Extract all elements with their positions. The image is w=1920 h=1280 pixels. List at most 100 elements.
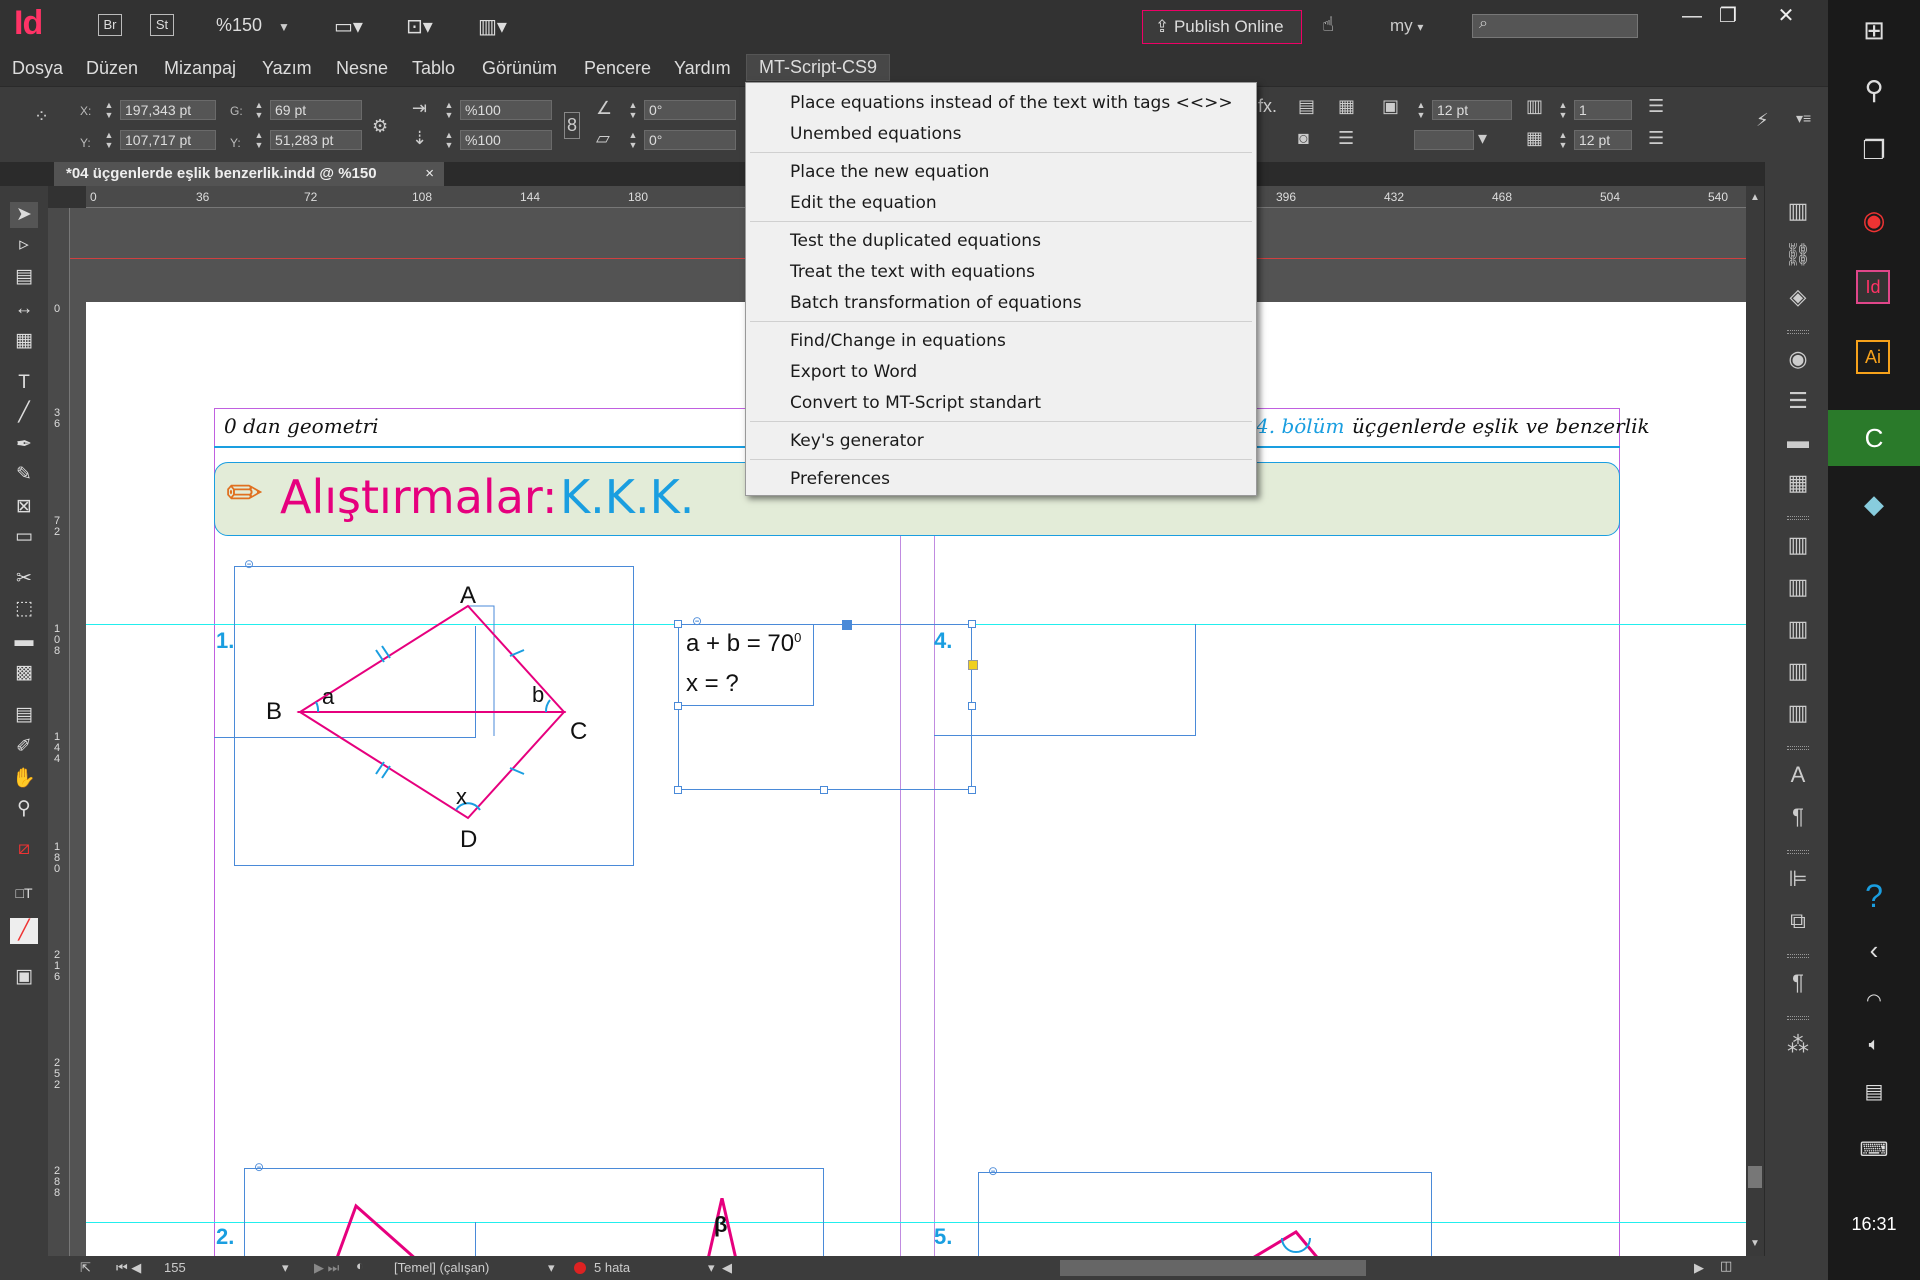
columns-stepper[interactable]: ▲ ▼ <box>1556 100 1570 120</box>
align-panel-icon[interactable]: ⊫ <box>1783 864 1813 894</box>
scroll-up-icon[interactable]: ▲ <box>1750 192 1760 203</box>
split-window-icon[interactable]: ◫ <box>1720 1258 1732 1274</box>
eyedropper-tool-icon[interactable]: ✐ <box>10 734 38 760</box>
zoom-level[interactable]: %150 <box>216 15 262 36</box>
scale-x-stepper[interactable]: ▲ ▼ <box>442 100 456 120</box>
rotate-stepper[interactable]: ▲ ▼ <box>626 100 640 120</box>
links-panel-icon[interactable]: ⛓ <box>1783 240 1813 270</box>
menu-item-keys-generator[interactable]: Key's generator <box>790 431 924 451</box>
note-tool-icon[interactable]: ▤ <box>10 702 38 728</box>
zoom-dropdown-icon[interactable]: ▼ <box>278 20 290 34</box>
illustrator-taskbar-icon[interactable]: Ai <box>1856 340 1890 374</box>
panel-grip[interactable] <box>1787 1016 1809 1020</box>
bridge-button[interactable]: Br <box>98 14 122 36</box>
menu-gorunum[interactable]: Görünüm <box>482 58 557 79</box>
x-stepper[interactable]: ▲ ▼ <box>102 100 116 120</box>
scale-y-field[interactable]: %100 <box>460 130 552 150</box>
apply-none-icon[interactable]: ╱ <box>10 918 38 944</box>
hand-tool-icon[interactable]: ✋ <box>10 766 38 792</box>
menu-duzen[interactable]: Düzen <box>86 58 138 79</box>
layers-panel-icon[interactable]: ◈ <box>1783 282 1813 312</box>
fx-icon[interactable]: fx. <box>1258 96 1277 117</box>
stock-button[interactable]: St <box>150 14 174 36</box>
app-icon[interactable]: ◆ <box>1854 484 1894 524</box>
menu-item-unembed-equations[interactable]: Unembed equations <box>790 124 962 144</box>
stroke-panel-icon[interactable]: ☰ <box>1783 386 1813 416</box>
width-field[interactable]: 69 pt <box>270 100 362 120</box>
resize-handle[interactable] <box>820 786 828 794</box>
preflight-profile[interactable]: [Temel] (çalışan) <box>394 1260 489 1275</box>
pathfinder-panel-icon[interactable]: ⧉ <box>1783 906 1813 936</box>
shear-field[interactable]: 0° <box>644 130 736 150</box>
menu-item-edit-equation[interactable]: Edit the equation <box>790 193 937 213</box>
menu-item-place-new-equation[interactable]: Place the new equation <box>790 162 989 182</box>
panel-menu-icon[interactable]: ▾≡ <box>1796 110 1811 127</box>
scale-x-field[interactable]: %100 <box>460 100 552 120</box>
open-page-icon[interactable]: ⇱ <box>80 1260 91 1276</box>
close-button[interactable]: ✕ <box>1762 2 1810 30</box>
stroke-stepper[interactable]: ▲ ▼ <box>1414 100 1428 120</box>
distribute-icon[interactable]: ☰ <box>1338 128 1354 149</box>
menu-dosya[interactable]: Dosya <box>12 58 63 79</box>
gap-tool-icon[interactable]: ↔ <box>10 296 38 322</box>
workspace-switcher[interactable]: my ▾ <box>1390 16 1423 36</box>
rectangle-tool-icon[interactable]: ▭ <box>10 524 38 550</box>
formatting-container-icon[interactable]: □T <box>10 880 38 906</box>
text-frame[interactable] <box>934 624 1196 736</box>
constrain-proportions-icon[interactable]: ⚙ <box>372 116 388 137</box>
pen-tool-icon[interactable]: ✒ <box>10 432 38 458</box>
resize-handle[interactable] <box>968 786 976 794</box>
menu-tablo[interactable]: Tablo <box>412 58 455 79</box>
wifi-icon[interactable]: ◠ <box>1854 980 1894 1020</box>
panel-grip[interactable] <box>1787 746 1809 750</box>
panel-grip[interactable] <box>1787 516 1809 520</box>
menu-yazim[interactable]: Yazım <box>262 58 312 79</box>
gradient-tool-icon[interactable]: ▬ <box>10 628 38 654</box>
scroll-right-icon[interactable]: ▶ <box>1694 1260 1704 1276</box>
width-stepper[interactable]: ▲ ▼ <box>252 100 266 120</box>
gutter-field[interactable]: 12 pt <box>1574 130 1632 150</box>
reference-point-icon[interactable]: ⁘ <box>34 106 49 127</box>
pages-panel-icon[interactable]: ▥ <box>1783 196 1813 226</box>
chevron-left-icon[interactable]: ‹ <box>1854 930 1894 970</box>
task-view-icon[interactable]: ❐ <box>1854 130 1894 170</box>
scroll-left-icon[interactable]: ◀ <box>722 1260 732 1276</box>
notification-icon[interactable]: ▤ <box>1854 1072 1894 1112</box>
library-panel-icon[interactable]: ▥ <box>1783 530 1813 560</box>
library-panel-icon[interactable]: ▥ <box>1783 572 1813 602</box>
menu-mt-script[interactable]: MT-Script-CS9 <box>746 54 891 81</box>
stroke-type-select[interactable] <box>1414 130 1474 150</box>
help-icon[interactable]: ? <box>1854 876 1894 916</box>
link-icon[interactable]: 8 <box>564 112 581 139</box>
page-number-field[interactable]: 155 <box>164 1260 186 1275</box>
scroll-thumb[interactable] <box>1748 1166 1762 1188</box>
preflight-icon[interactable]: ◐ <box>356 1258 364 1273</box>
page-dropdown-icon[interactable]: ▾ <box>282 1260 289 1276</box>
fill-stroke-icon[interactable]: ⧄ <box>10 836 38 862</box>
direct-selection-tool-icon[interactable]: ▹ <box>10 232 38 258</box>
text-wrap-icon[interactable]: ▦ <box>1338 96 1355 117</box>
library-panel-icon[interactable]: ▥ <box>1783 698 1813 728</box>
content-collector-icon[interactable]: ▦ <box>10 328 38 354</box>
menu-item-export-word[interactable]: Export to Word <box>790 362 917 382</box>
page-tool-icon[interactable]: ▤ <box>10 264 38 290</box>
library-panel-icon[interactable]: ▥ <box>1783 614 1813 644</box>
scissors-tool-icon[interactable]: ✂ <box>10 566 38 592</box>
menu-item-place-equations-tags[interactable]: Place equations instead of the text with… <box>790 93 1233 113</box>
next-page-icon[interactable]: ▶ ⏭ <box>314 1260 339 1276</box>
wrap-around-icon[interactable]: ◙ <box>1298 128 1309 149</box>
columns-field[interactable]: 1 <box>1574 100 1632 120</box>
first-page-icon[interactable]: ⏮ ◀ <box>116 1260 141 1276</box>
view-options-icon[interactable]: ⊡▾ <box>406 14 433 39</box>
menu-item-treat-text[interactable]: Treat the text with equations <box>790 262 1035 282</box>
menu-item-batch-transformation[interactable]: Batch transformation of equations <box>790 293 1082 313</box>
table-panel-icon[interactable]: ▦ <box>1783 468 1813 498</box>
publish-online-button[interactable]: ⇪ Publish Online <box>1142 10 1302 44</box>
height-field[interactable]: 51,283 pt <box>270 130 362 150</box>
character-styles-icon[interactable]: A <box>1783 760 1813 790</box>
indesign-taskbar-icon[interactable]: Id <box>1856 270 1890 304</box>
windows-start-icon[interactable]: ⊞ <box>1854 10 1894 50</box>
resize-handle[interactable] <box>674 620 682 628</box>
gutter-stepper[interactable]: ▲ ▼ <box>1556 130 1570 150</box>
gradient-panel-icon[interactable]: ▬ <box>1783 426 1813 456</box>
